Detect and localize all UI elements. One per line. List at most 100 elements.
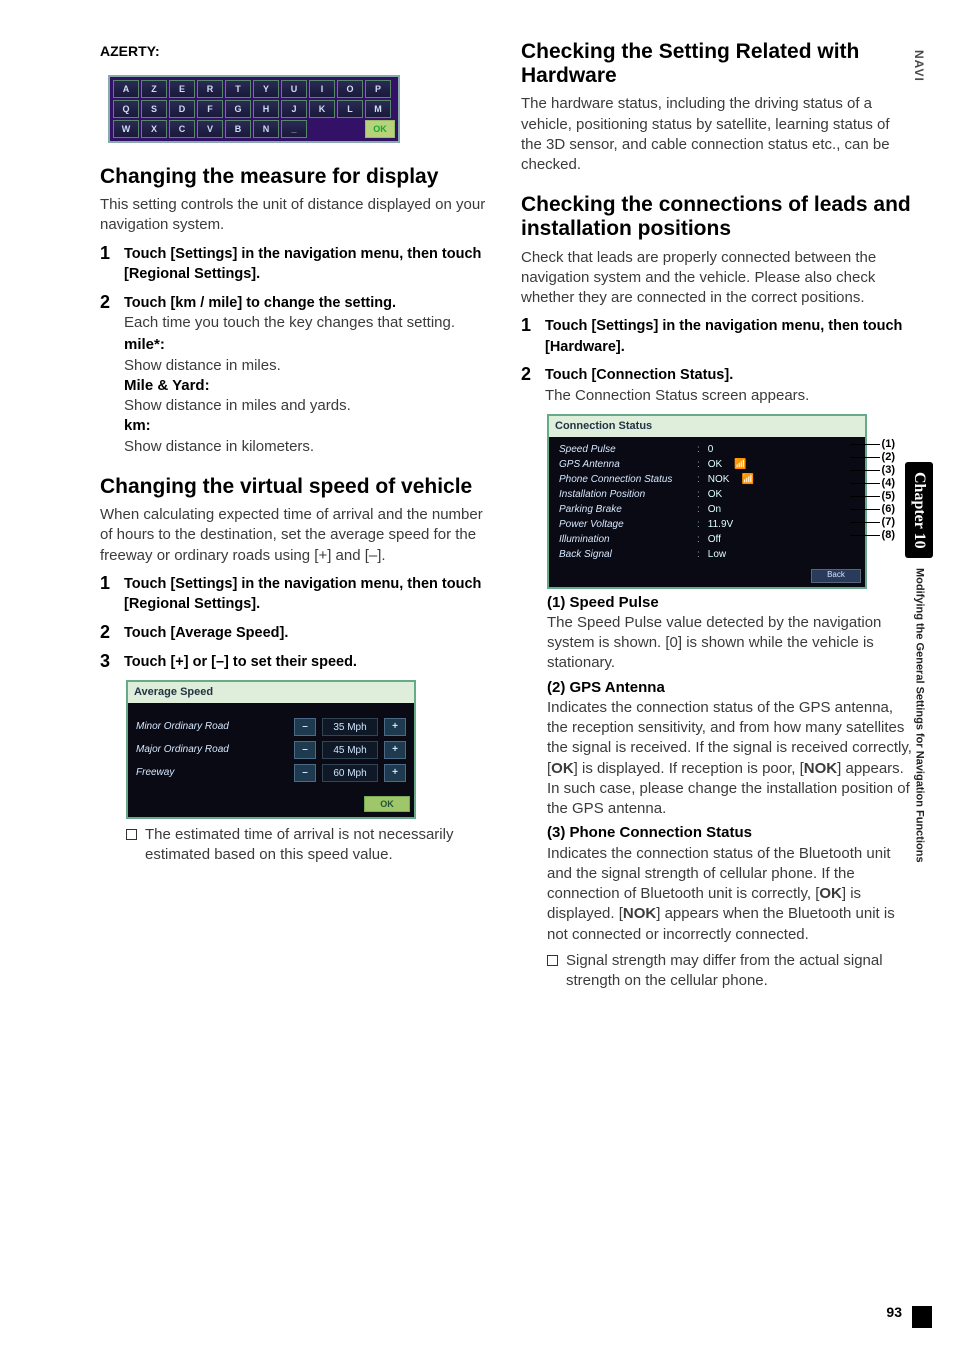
- status-label: Installation Position: [559, 488, 689, 502]
- step-text: Touch [+] or [–] to set their speed.: [124, 654, 357, 670]
- status-row: GPS Antenna:OK📶: [559, 458, 855, 472]
- azerty-keyboard: A Z E R T Y U I O P Q S D F G H J K L: [108, 75, 400, 143]
- callout: (4): [850, 477, 895, 490]
- step-number: 1: [100, 244, 116, 285]
- def-label: (3) Phone Connection Status: [547, 824, 752, 841]
- status-row: Power Voltage:11.9V: [559, 518, 855, 532]
- key: I: [309, 80, 335, 98]
- option-desc: Show distance in kilometers.: [124, 438, 314, 455]
- key: X: [141, 120, 167, 138]
- def-body: Indicates the connection status of the B…: [547, 845, 895, 943]
- speed-value: 60 Mph: [322, 764, 378, 782]
- callout: (2): [850, 451, 895, 464]
- ok-button: OK: [364, 796, 410, 812]
- status-label: Parking Brake: [559, 503, 689, 517]
- key: J: [281, 100, 307, 118]
- step-text: Touch [Average Speed].: [124, 625, 288, 641]
- key: M: [365, 100, 391, 118]
- heading-vspeed: Changing the virtual speed of vehicle: [100, 475, 493, 499]
- note-text: The estimated time of arrival is not nec…: [145, 825, 493, 866]
- minus-button: –: [294, 764, 316, 782]
- key: C: [169, 120, 195, 138]
- plus-button: +: [384, 741, 406, 759]
- speed-row: Freeway – 60 Mph +: [136, 764, 406, 782]
- key: S: [141, 100, 167, 118]
- conn-step-2: 2 Touch [Connection Status]. The Connect…: [521, 365, 914, 406]
- measure-intro: This setting controls the unit of distan…: [100, 195, 493, 236]
- key: H: [253, 100, 279, 118]
- key: F: [197, 100, 223, 118]
- callout-numbers: (1) (2) (3) (4) (5) (6) (7) (8): [850, 438, 895, 542]
- speed-label: Minor Ordinary Road: [136, 720, 288, 734]
- status-value: OK: [708, 458, 722, 472]
- measure-step-2: 2 Touch [km / mile] to change the settin…: [100, 293, 493, 334]
- option-desc: Show distance in miles.: [124, 357, 281, 374]
- status-row: Illumination:Off: [559, 533, 855, 547]
- antenna-icon: 📶: [734, 458, 746, 472]
- status-row: Speed Pulse:0: [559, 443, 855, 457]
- step-text: Touch [Settings] in the navigation menu,…: [545, 318, 902, 355]
- antenna-icon: 📶: [741, 473, 753, 487]
- step-number: 2: [521, 365, 537, 406]
- vspeed-step-1: 1 Touch [Settings] in the navigation men…: [100, 574, 493, 615]
- screenshot-title: Average Speed: [128, 682, 414, 703]
- key: N: [253, 120, 279, 138]
- callout: (6): [850, 503, 895, 516]
- status-row: Phone Connection Status:NOK📶: [559, 473, 855, 487]
- def-gps-antenna: (2) GPS Antenna Indicates the connection…: [547, 678, 914, 820]
- speed-value: 45 Mph: [322, 741, 378, 759]
- key: D: [169, 100, 195, 118]
- vspeed-note: The estimated time of arrival is not nec…: [126, 825, 493, 866]
- speed-row: Major Ordinary Road – 45 Mph +: [136, 741, 406, 759]
- key: G: [225, 100, 251, 118]
- bullet-icon: [126, 829, 137, 840]
- step-text: Touch [km / mile] to change the setting.: [124, 295, 396, 311]
- callout: (3): [850, 464, 895, 477]
- option-label: mile*:: [124, 336, 165, 353]
- step-text: Touch [Connection Status].: [545, 367, 733, 383]
- status-value: Off: [708, 533, 721, 547]
- def-body: Indicates the connection status of the G…: [547, 699, 912, 817]
- measure-step-1: 1 Touch [Settings] in the navigation men…: [100, 244, 493, 285]
- step-desc: The Connection Status screen appears.: [545, 387, 809, 404]
- status-label: GPS Antenna: [559, 458, 689, 472]
- status-label: Illumination: [559, 533, 689, 547]
- status-label: Power Voltage: [559, 518, 689, 532]
- plus-button: +: [384, 764, 406, 782]
- heading-connections: Checking the connections of leads and in…: [521, 193, 914, 241]
- key: K: [309, 100, 335, 118]
- status-row: Parking Brake:On: [559, 503, 855, 517]
- key: W: [113, 120, 139, 138]
- back-button: Back: [811, 569, 861, 583]
- page-bar: [912, 1306, 932, 1328]
- key: E: [169, 80, 195, 98]
- vspeed-step-3: 3 Touch [+] or [–] to set their speed.: [100, 652, 493, 673]
- minus-button: –: [294, 718, 316, 736]
- plus-button: +: [384, 718, 406, 736]
- status-row: Installation Position:OK: [559, 488, 855, 502]
- phone-note: Signal strength may differ from the actu…: [547, 951, 914, 992]
- callout: (7): [850, 516, 895, 529]
- status-row: Back Signal:Low: [559, 548, 855, 562]
- key: Q: [113, 100, 139, 118]
- callout: (1): [850, 438, 895, 451]
- heading-hardware: Checking the Setting Related with Hardwa…: [521, 40, 914, 88]
- speed-value: 35 Mph: [322, 718, 378, 736]
- key: U: [281, 80, 307, 98]
- option-label: Mile & Yard:: [124, 377, 210, 394]
- option-desc: Show distance in miles and yards.: [124, 397, 351, 414]
- status-value: Low: [708, 548, 726, 562]
- conn-step-1: 1 Touch [Settings] in the navigation men…: [521, 316, 914, 357]
- status-label: Phone Connection Status: [559, 473, 689, 487]
- status-value: NOK: [708, 473, 730, 487]
- status-value: On: [708, 503, 721, 517]
- step-number: 1: [521, 316, 537, 357]
- status-value: 11.9V: [708, 518, 733, 532]
- key: L: [337, 100, 363, 118]
- def-phone-connection: (3) Phone Connection Status Indicates th…: [547, 823, 914, 945]
- def-label: (2) GPS Antenna: [547, 679, 665, 696]
- key-space: _: [281, 120, 307, 138]
- step-number: 2: [100, 623, 116, 644]
- key: T: [225, 80, 251, 98]
- hardware-intro: The hardware status, including the drivi…: [521, 94, 914, 175]
